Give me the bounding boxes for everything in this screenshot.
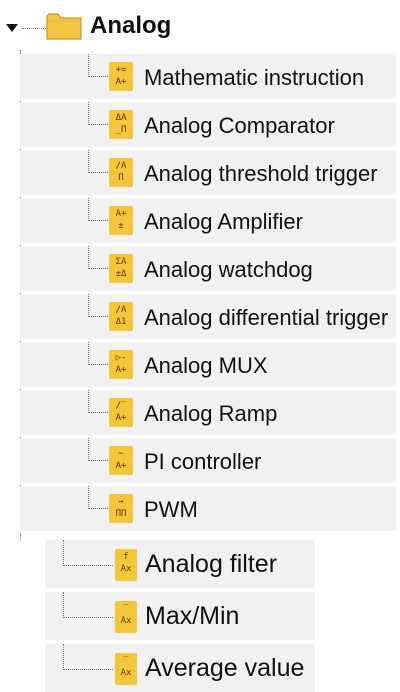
- tree-connector: [88, 412, 108, 413]
- tree-connector: [88, 198, 89, 221]
- tree-connector: [88, 124, 108, 125]
- tree-connector: [88, 102, 89, 125]
- analog-ramp-icon: /‾ A+: [109, 398, 133, 427]
- tree-connector: [88, 246, 89, 269]
- expand-toggle-icon[interactable]: [6, 24, 18, 32]
- icon-glyph: Δ1: [115, 317, 127, 327]
- tree-item-label: Analog threshold trigger: [144, 161, 378, 186]
- tree-connector: [88, 294, 89, 317]
- icon-glyph: +=: [115, 65, 127, 75]
- folder-icon: [46, 13, 82, 40]
- icon-glyph: A+: [115, 413, 127, 423]
- max-min-icon: ‾ Ax: [115, 601, 137, 633]
- tree-connector: [88, 390, 89, 413]
- icon-glyph: f: [123, 552, 129, 562]
- tree-connector: [63, 617, 113, 618]
- tree-item-label: Analog differential trigger: [144, 305, 389, 330]
- analog-mux-icon: ▷- A+: [109, 350, 133, 379]
- tree-connector: [88, 460, 108, 461]
- tree-connector: [88, 268, 108, 269]
- tree-item[interactable]: += A+ Mathematic instruction: [20, 54, 396, 101]
- tree-connector: [63, 540, 64, 566]
- icon-glyph: ~: [118, 449, 124, 459]
- icon-glyph: A+: [115, 77, 127, 87]
- tree-item[interactable]: → ΠΠ PWM: [20, 486, 396, 533]
- icon-glyph: /A: [115, 161, 127, 171]
- pi-controller-icon: ~ A+: [109, 446, 133, 475]
- tree-item[interactable]: /‾ A+ Analog Ramp: [20, 390, 396, 437]
- tree-item[interactable]: ΣA ±Δ Analog watchdog: [20, 246, 396, 293]
- icon-glyph: ΔA: [115, 113, 127, 123]
- tree-item-label: Max/Min: [145, 602, 240, 630]
- icon-glyph: _Π: [115, 125, 127, 135]
- icon-glyph: Ax: [120, 616, 132, 626]
- tree-item[interactable]: /A Δ1 Analog differential trigger: [20, 294, 396, 341]
- tree-item-label: Mathematic instruction: [144, 65, 365, 90]
- tree-connector: [63, 669, 113, 670]
- tree-item[interactable]: A+ ± Analog Amplifier: [20, 198, 396, 245]
- tree-connector: [22, 28, 46, 29]
- icon-glyph: ±Δ: [115, 269, 127, 279]
- tree-connector: [88, 364, 108, 365]
- tree-connector: [88, 316, 108, 317]
- tree-connector: [88, 508, 108, 509]
- icon-glyph: A+: [115, 365, 127, 375]
- differential-trigger-icon: /A Δ1: [109, 302, 133, 331]
- tree-connector: [88, 342, 89, 365]
- tree-item-label: Average value: [145, 654, 305, 682]
- tree-item[interactable]: ΔA _Π Analog Comparator: [20, 102, 396, 149]
- icon-glyph: /‾: [115, 401, 127, 411]
- tree-item-label: Analog watchdog: [144, 257, 313, 282]
- tree-item[interactable]: ‾ Ax Max/Min: [45, 592, 315, 640]
- pwm-icon: → ΠΠ: [109, 494, 133, 523]
- icon-glyph: /A: [115, 305, 127, 315]
- tree-connector: [63, 644, 64, 670]
- analog-filter-icon: f Ax: [115, 549, 137, 581]
- tree-item-label: PI controller: [144, 449, 262, 474]
- threshold-trigger-icon: /A Π: [109, 158, 133, 187]
- icon-glyph: ‾: [123, 656, 129, 666]
- icon-glyph: ΣA: [115, 257, 127, 267]
- tree-connector: [63, 592, 64, 618]
- math-instruction-icon: += A+: [109, 62, 133, 91]
- average-value-icon: ‾ Ax: [115, 653, 137, 685]
- tree-item-label: Analog Ramp: [144, 401, 278, 426]
- tree-item-label: Analog Amplifier: [144, 209, 303, 234]
- tree-item-label: Analog Comparator: [144, 113, 335, 138]
- icon-glyph: ▷-: [115, 353, 127, 363]
- tree-item-label: Analog MUX: [144, 353, 268, 378]
- icon-glyph: Ax: [120, 564, 132, 574]
- tree-connector: [88, 438, 89, 461]
- icon-glyph: Ax: [120, 668, 132, 678]
- tree-item[interactable]: ▷- A+ Analog MUX: [20, 342, 396, 389]
- tree-connector: [63, 565, 113, 566]
- analog-comparator-icon: ΔA _Π: [109, 110, 133, 139]
- folder-label: Analog: [90, 12, 172, 39]
- tree-item-label: Analog filter: [145, 550, 278, 578]
- tree-item-label: PWM: [144, 497, 198, 522]
- analog-watchdog-icon: ΣA ±Δ: [109, 254, 133, 283]
- icon-glyph: ΠΠ: [115, 509, 127, 519]
- icon-glyph: Π: [118, 173, 124, 183]
- icon-glyph: A+: [115, 209, 127, 219]
- tree-connector: [88, 76, 108, 77]
- tree-connector: [88, 486, 89, 509]
- tree-item[interactable]: /A Π Analog threshold trigger: [20, 150, 396, 197]
- analog-amplifier-icon: A+ ±: [109, 206, 133, 235]
- tree-item[interactable]: f Ax Analog filter: [45, 540, 315, 588]
- icon-glyph: ‾: [123, 604, 129, 614]
- icon-glyph: A+: [115, 461, 127, 471]
- tree-connector: [88, 172, 108, 173]
- tree-connector: [88, 54, 89, 77]
- tree-root-row[interactable]: Analog: [0, 4, 400, 50]
- tree-connector: [88, 220, 108, 221]
- tree-item[interactable]: ‾ Ax Average value: [45, 644, 315, 692]
- icon-glyph: →: [118, 497, 124, 507]
- tree-connector: [88, 150, 89, 173]
- tree-item[interactable]: ~ A+ PI controller: [20, 438, 396, 485]
- icon-glyph: ±: [118, 221, 124, 231]
